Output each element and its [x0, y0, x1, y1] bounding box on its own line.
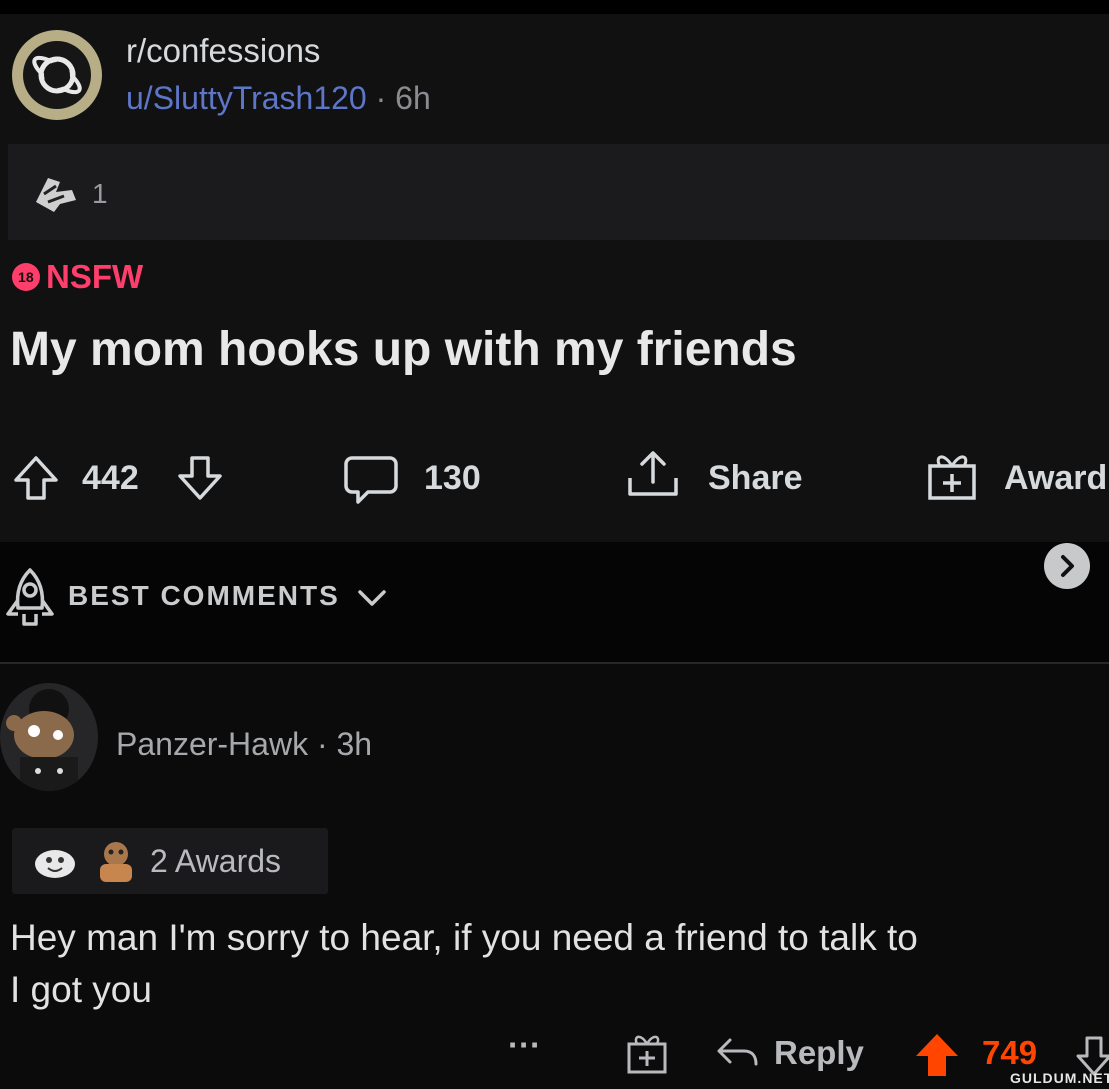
comment-author[interactable]: Panzer-Hawk [116, 726, 308, 762]
chevron-down-icon [357, 589, 386, 606]
watermark: GULDUM.NET [1010, 1070, 1109, 1086]
award-button[interactable]: Award [1004, 459, 1109, 498]
reply-button[interactable]: Reply [774, 1034, 864, 1072]
post-author[interactable]: u/SluttyTrash120 [126, 80, 367, 116]
commenter-avatar[interactable] [0, 683, 98, 791]
nsfw-label: NSFW [46, 258, 144, 295]
comment-icon[interactable] [342, 452, 400, 508]
top-bar [0, 0, 1109, 14]
gift-icon[interactable] [624, 1030, 670, 1076]
share-icon[interactable] [622, 448, 684, 504]
next-post-button[interactable] [1044, 543, 1090, 589]
rocket-icon [6, 568, 54, 626]
post-meta: u/SluttyTrash120 · 6h [126, 80, 431, 117]
upvote-icon[interactable] [10, 452, 62, 504]
share-button[interactable]: Share [708, 459, 803, 498]
sort-dropdown[interactable]: BEST COMMENTS [68, 580, 388, 612]
snoo-avatar-icon [6, 689, 78, 791]
post-awards-strip[interactable] [8, 144, 1109, 240]
award-icon [36, 178, 76, 212]
more-options-button[interactable]: ··· [508, 1026, 541, 1064]
planet-icon [23, 41, 91, 109]
reply-icon[interactable] [714, 1034, 760, 1074]
comment-meta: Panzer-Hawk · 3h [116, 726, 372, 763]
comment-age: 3h [336, 726, 373, 762]
comment-score: 749 [982, 1034, 1038, 1071]
downvote-icon[interactable] [174, 452, 226, 504]
post-award-count: 1 [92, 178, 108, 209]
sort-label: BEST COMMENTS [68, 580, 340, 611]
comment-body: Hey man I'm sorry to hear, if you need a… [10, 917, 918, 1010]
subreddit-avatar[interactable] [12, 30, 102, 120]
subreddit-name[interactable]: r/confessions [126, 32, 320, 70]
upvote-count: 442 [82, 459, 139, 497]
post-title[interactable]: My mom hooks up with my friends [10, 322, 797, 377]
comment-separator: · [316, 726, 328, 762]
post-age: 6h [395, 80, 431, 116]
meta-separator: · [375, 80, 387, 116]
chevron-right-icon [1061, 555, 1074, 577]
gift-icon[interactable] [924, 448, 980, 504]
comment-award-count: 2 Awards [150, 843, 282, 879]
hugz-award-icon [100, 842, 132, 882]
nsfw-18-icon: 18 [6, 257, 46, 297]
comment-count[interactable]: 130 [424, 459, 481, 498]
upvote-icon[interactable] [912, 1030, 962, 1080]
wholesome-award-icon [35, 850, 75, 878]
nsfw-tag: 18 NSFW [6, 257, 144, 297]
